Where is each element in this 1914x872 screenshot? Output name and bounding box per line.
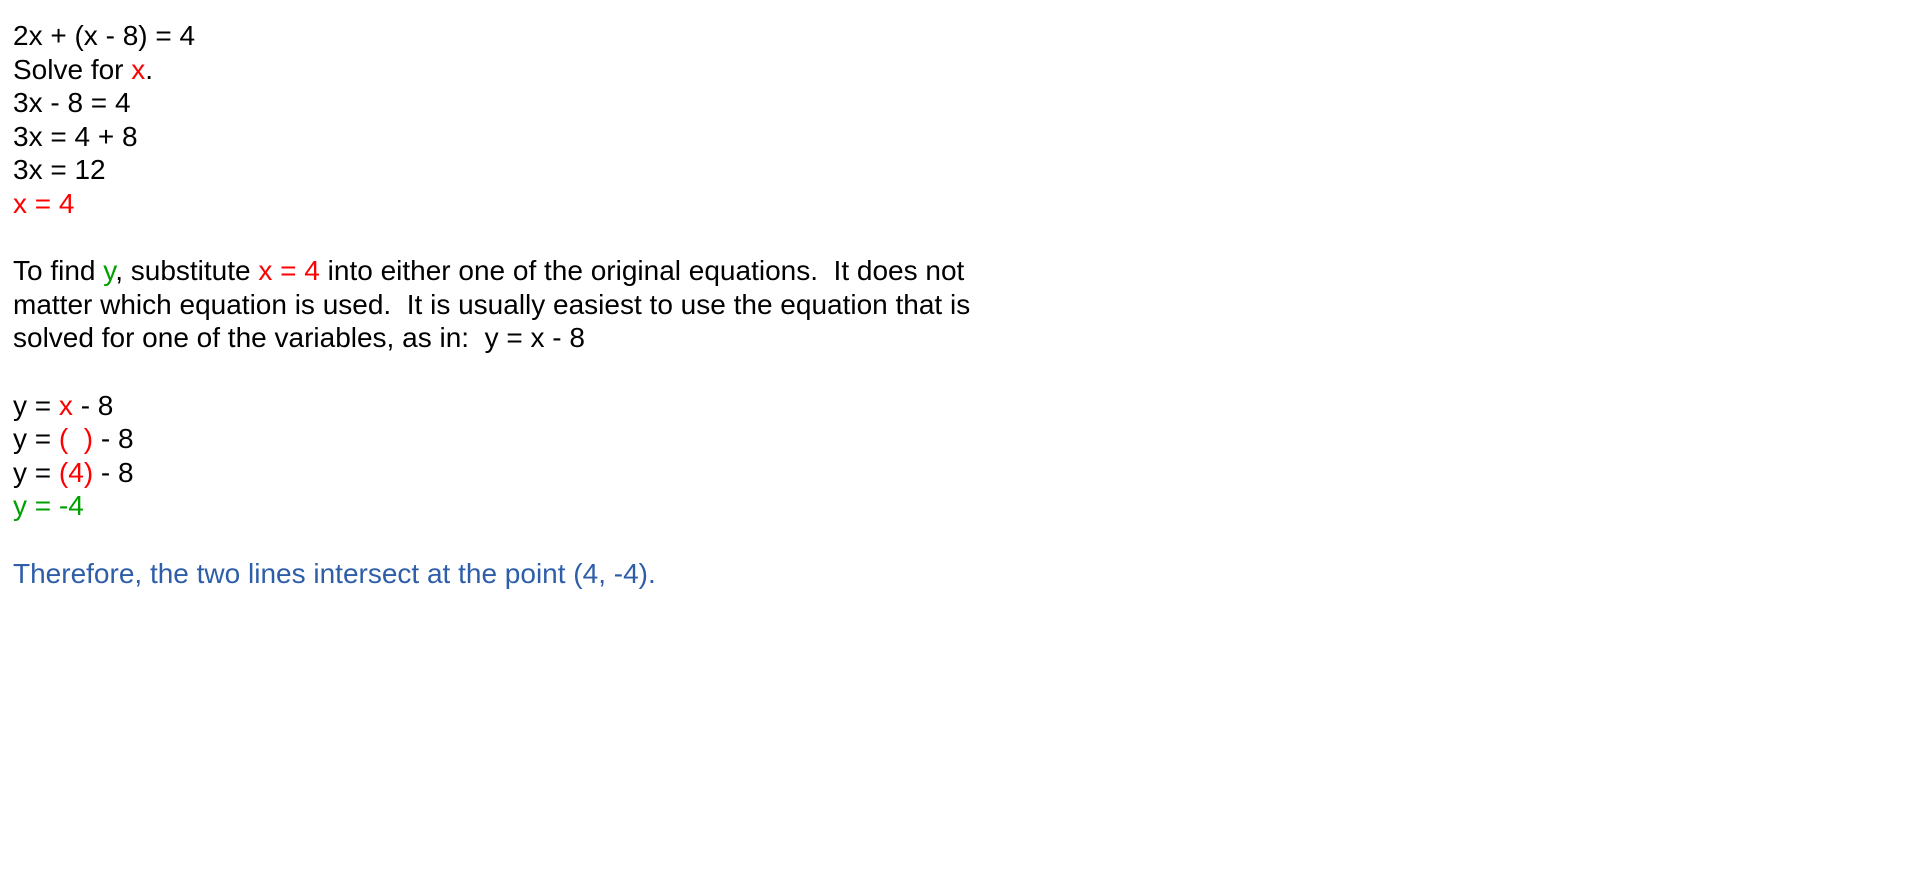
y-step-1-x: x (58, 389, 73, 421)
explanation-line-3: solved for one of the variables, as in: … (13, 322, 585, 354)
explanation-y-var: y (103, 255, 116, 287)
explanation-line-2: matter which equation is used. It is usu… (13, 288, 971, 320)
y-result: y = -4 (13, 490, 84, 522)
y-step-2: y = ( ) - 8 (13, 422, 1893, 456)
explanation-x-value: x = 4 (258, 255, 320, 287)
instruction-variable: x (131, 53, 146, 85)
y-step-3: y = (4) - 8 (13, 456, 1893, 490)
y-step-2-paren: ( ) (58, 423, 94, 455)
y-step-3-suffix: - 8 (93, 456, 134, 488)
instruction-line: Solve for x. (13, 53, 1893, 87)
x-step-2: 3x = 4 + 8 (13, 120, 138, 152)
instruction-suffix: . (145, 53, 154, 85)
y-step-3-prefix: y = (13, 456, 59, 488)
explanation-mid: , substitute (115, 255, 259, 287)
explanation-prefix: To find (13, 255, 104, 287)
y-step-1: y = x - 8 (13, 389, 1893, 423)
substituted-equation: 2x + (x - 8) = 4 (13, 20, 196, 51)
y-step-1-prefix: y = (13, 389, 59, 421)
x-step-3: 3x = 12 (13, 154, 106, 186)
y-step-3-paren: (4) (58, 456, 94, 488)
x-step-1: 3x - 8 = 4 (13, 87, 131, 119)
math-solution-page: 2x + (x - 8) = 4 Solve for x. 3x - 8 = 4… (13, 19, 1893, 590)
x-result: x = 4 (13, 187, 75, 219)
equation-line: 2x + (x - 8) = 4 (13, 19, 1893, 53)
explanation-suffix: into either one of the original equation… (319, 255, 965, 287)
y-step-1-suffix: - 8 (72, 389, 114, 421)
instruction-prefix: Solve for (13, 53, 132, 85)
y-step-2-suffix: - 8 (93, 423, 134, 455)
conclusion-text: Therefore, the two lines intersect at th… (13, 557, 656, 589)
y-step-2-prefix: y = (13, 423, 59, 455)
explanation-line-1: To find y, substitute x = 4 into either … (13, 254, 1893, 288)
